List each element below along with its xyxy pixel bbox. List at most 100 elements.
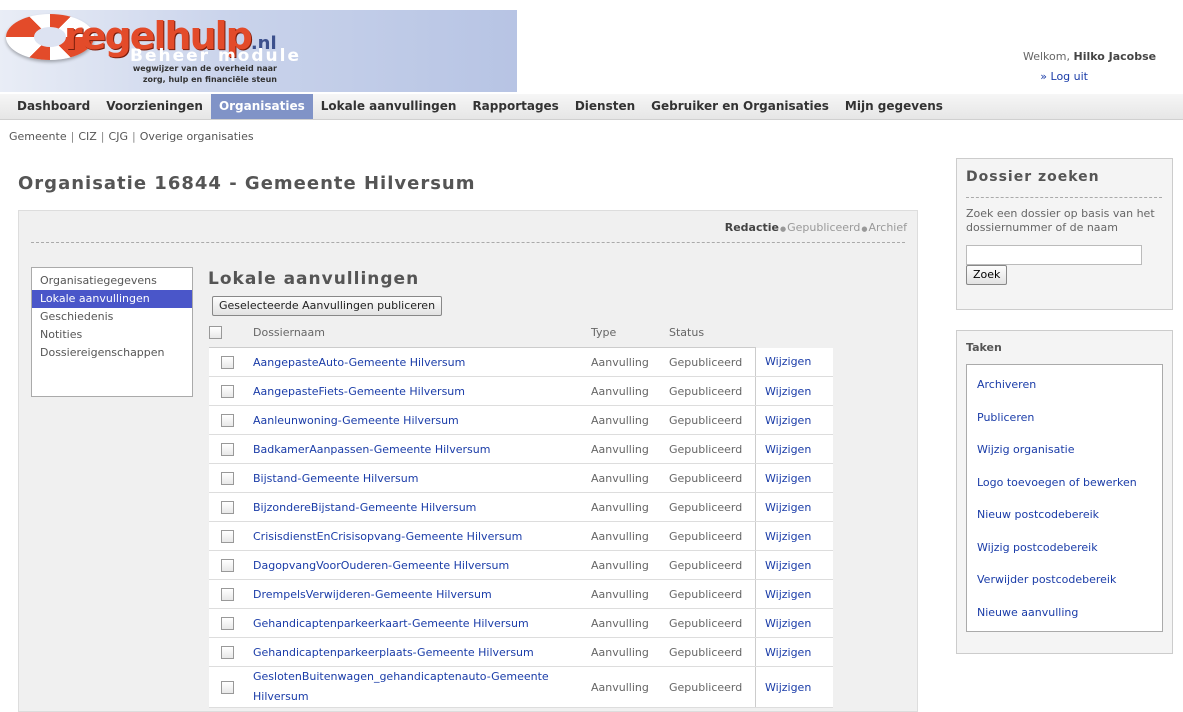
dossier-link[interactable]: AangepasteAuto-Gemeente Hilversum <box>253 356 465 369</box>
task-link-verwijder-postcodebereik[interactable]: Verwijder postcodebereik <box>967 564 1162 597</box>
dossier-link[interactable]: Bijstand-Gemeente Hilversum <box>253 472 418 485</box>
dossier-link[interactable]: CrisisdienstEnCrisisopvang-Gemeente Hilv… <box>253 530 522 543</box>
bullet-icon: ● <box>861 225 868 233</box>
col-header-type[interactable]: Type <box>591 318 669 348</box>
subnav-link-ciz[interactable]: CIZ <box>78 130 96 143</box>
dossier-link[interactable]: Gehandicaptenparkeerplaats-Gemeente Hilv… <box>253 646 534 659</box>
tagline-line-2: zorg, hulp en financiële steun <box>142 75 277 84</box>
row-checkbox[interactable] <box>220 500 234 514</box>
type-cell: Aanvulling <box>591 666 669 708</box>
search-button[interactable]: Zoek <box>966 265 1008 285</box>
edit-link[interactable]: Wijzigen <box>765 355 811 368</box>
section-title: Lokale aanvullingen <box>208 269 420 289</box>
row-checkbox[interactable] <box>220 616 234 630</box>
task-link-wijzig-organisatie[interactable]: Wijzig organisatie <box>967 434 1162 467</box>
dossier-link[interactable]: AangepasteFiets-Gemeente Hilversum <box>253 385 465 398</box>
nav-item-rapportages[interactable]: Rapportages <box>464 94 566 119</box>
subnav-link-gemeente[interactable]: Gemeente <box>9 130 67 143</box>
dossier-name-cell: Aanleunwoning-Gemeente Hilversum <box>245 405 591 435</box>
row-checkbox[interactable] <box>220 442 234 456</box>
subnav-link-overige-organisaties[interactable]: Overige organisaties <box>140 130 254 143</box>
dossier-link[interactable]: DrempelsVerwijderen-Gemeente Hilversum <box>253 588 492 601</box>
nav-item-lokale-aanvullingen[interactable]: Lokale aanvullingen <box>313 94 465 119</box>
search-input[interactable] <box>966 245 1142 265</box>
nav-item-mijn-gegevens[interactable]: Mijn gegevens <box>837 94 951 119</box>
page-title: Organisatie 16844 - Gemeente Hilversum <box>18 173 476 194</box>
tagline-line-1: wegwijzer van de overheid naar <box>132 64 277 73</box>
row-checkbox[interactable] <box>220 529 234 543</box>
table-row: Gehandicaptenparkeerkaart-Gemeente Hilve… <box>209 608 833 638</box>
row-checkbox[interactable] <box>220 645 234 659</box>
side-menu-item-notities[interactable]: Notities <box>32 326 192 344</box>
edit-link[interactable]: Wijzigen <box>765 385 811 398</box>
row-checkbox[interactable] <box>220 587 234 601</box>
type-cell: Aanvulling <box>591 434 669 464</box>
status-redactie[interactable]: Redactie <box>725 221 779 234</box>
row-select-cell <box>209 550 245 580</box>
action-cell: Wijzigen <box>755 434 833 464</box>
task-link-nieuw-postcodebereik[interactable]: Nieuw postcodebereik <box>967 499 1162 532</box>
select-all-checkbox[interactable] <box>209 326 222 340</box>
edit-link[interactable]: Wijzigen <box>765 501 811 514</box>
row-checkbox[interactable] <box>220 355 234 369</box>
status-gepubliceerd[interactable]: Gepubliceerd <box>787 221 860 234</box>
status-archief[interactable]: Archief <box>868 221 907 234</box>
task-link-wijzig-postcodebereik[interactable]: Wijzig postcodebereik <box>967 532 1162 565</box>
type-cell: Aanvulling <box>591 492 669 522</box>
dossier-link[interactable]: DagopvangVoorOuderen-Gemeente Hilversum <box>253 559 509 572</box>
edit-link[interactable]: Wijzigen <box>765 646 811 659</box>
tasks-panel: Taken Archiveren Publiceren Wijzig organis… <box>956 330 1173 654</box>
table-row: DrempelsVerwijderen-Gemeente Hilversum Aa… <box>209 579 833 609</box>
side-menu-item-lokale-aanvullingen[interactable]: Lokale aanvullingen <box>32 290 192 308</box>
col-header-name[interactable]: Dossiernaam <box>245 318 591 348</box>
logo-banner[interactable]: regelhulp.nl Beheer module wegwijzer van… <box>0 10 517 92</box>
type-cell: Aanvulling <box>591 637 669 667</box>
side-menu-item-dossiereigenschappen[interactable]: Dossiereigenschappen <box>32 344 192 362</box>
dossier-link[interactable]: BijzondereBijstand-Gemeente Hilversum <box>253 501 476 514</box>
row-checkbox[interactable] <box>220 413 234 427</box>
edit-link[interactable]: Wijzigen <box>765 681 811 694</box>
dossier-link[interactable]: BadkamerAanpassen-Gemeente Hilversum <box>253 443 490 456</box>
nav-item-diensten[interactable]: Diensten <box>567 94 643 119</box>
separator: | <box>100 130 105 143</box>
row-select-cell <box>209 637 245 667</box>
logout-link[interactable]: » Log uit <box>1040 70 1088 83</box>
edit-link[interactable]: Wijzigen <box>765 588 811 601</box>
row-checkbox[interactable] <box>220 558 234 572</box>
row-checkbox[interactable] <box>220 471 234 485</box>
action-cell: Wijzigen <box>755 463 833 493</box>
edit-link[interactable]: Wijzigen <box>765 414 811 427</box>
edit-link[interactable]: Wijzigen <box>765 472 811 485</box>
status-cell: Gepubliceerd <box>669 637 756 667</box>
row-select-cell <box>209 347 245 377</box>
row-select-cell <box>209 405 245 435</box>
nav-item-dashboard[interactable]: Dashboard <box>9 94 98 119</box>
dossier-link[interactable]: GeslotenBuitenwagen_gehandicaptenauto-Ge… <box>253 667 573 707</box>
subnav-link-cjg[interactable]: CJG <box>109 130 128 143</box>
row-select-cell <box>209 492 245 522</box>
row-checkbox[interactable] <box>220 680 234 694</box>
table-row: BijzondereBijstand-Gemeente Hilversum Aan… <box>209 492 833 522</box>
table-row: AangepasteAuto-Gemeente Hilversum Aanvull… <box>209 347 833 377</box>
task-link-nieuwe-aanvulling[interactable]: Nieuwe aanvulling <box>967 597 1162 630</box>
row-checkbox[interactable] <box>220 384 234 398</box>
edit-link[interactable]: Wijzigen <box>765 530 811 543</box>
nav-item-organisaties[interactable]: Organisaties <box>210 94 313 119</box>
dossier-link[interactable]: Gehandicaptenparkeerkaart-Gemeente Hilve… <box>253 617 529 630</box>
status-cell: Gepubliceerd <box>669 666 756 708</box>
dossier-link[interactable]: Aanleunwoning-Gemeente Hilversum <box>253 414 459 427</box>
nav-item-voorzieningen[interactable]: Voorzieningen <box>98 94 211 119</box>
type-cell: Aanvulling <box>591 521 669 551</box>
edit-link[interactable]: Wijzigen <box>765 617 811 630</box>
side-menu-item-geschiedenis[interactable]: Geschiedenis <box>32 308 192 326</box>
dossier-name-cell: Gehandicaptenparkeerkaart-Gemeente Hilve… <box>245 608 591 638</box>
nav-item-gebruiker-en-organisaties[interactable]: Gebruiker en Organisaties <box>643 94 837 119</box>
side-menu-item-organisatiegegevens[interactable]: Organisatiegegevens <box>32 272 192 290</box>
publish-selected-button[interactable]: Geselecteerde Aanvullingen publiceren <box>212 296 443 316</box>
col-header-status[interactable]: Status <box>669 318 756 348</box>
task-link-archiveren[interactable]: Archiveren <box>967 369 1162 402</box>
task-link-logo-toevoegen-of-bewerken[interactable]: Logo toevoegen of bewerken <box>967 467 1162 500</box>
edit-link[interactable]: Wijzigen <box>765 443 811 456</box>
task-link-publiceren[interactable]: Publiceren <box>967 402 1162 435</box>
edit-link[interactable]: Wijzigen <box>765 559 811 572</box>
